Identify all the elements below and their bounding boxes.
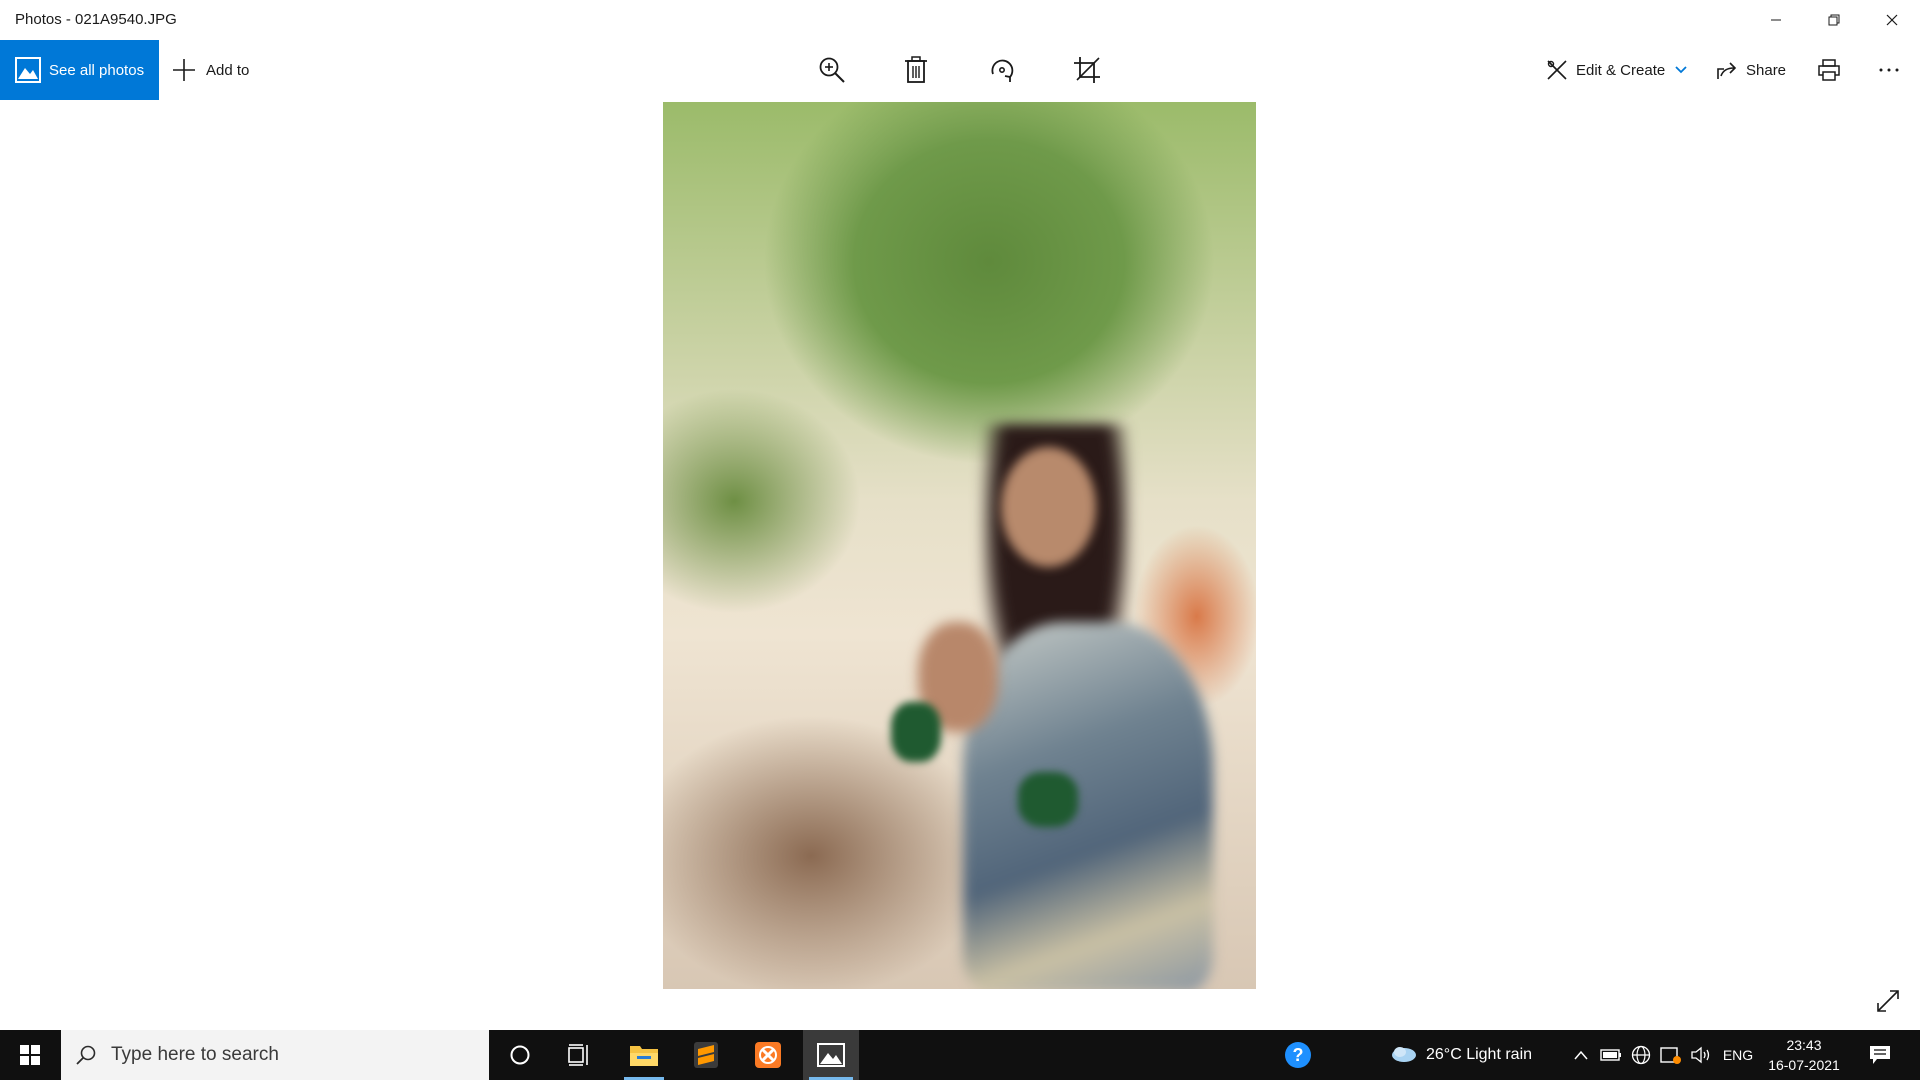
more-icon (1879, 68, 1899, 72)
minimize-button[interactable] (1748, 0, 1804, 40)
photos-icon (15, 57, 41, 83)
expand-icon (1877, 990, 1899, 1012)
restore-icon (1828, 14, 1840, 26)
task-view-icon (568, 1044, 588, 1066)
cortana-icon (510, 1045, 530, 1065)
help-tray-button[interactable]: ? (1278, 1030, 1318, 1080)
restore-button[interactable] (1806, 0, 1862, 40)
chevron-up-icon (1574, 1050, 1588, 1060)
windows-icon (20, 1045, 40, 1065)
rotate-icon (991, 59, 1014, 82)
more-options-button[interactable] (1878, 40, 1900, 100)
start-button[interactable] (0, 1030, 60, 1080)
share-button[interactable]: Share (1716, 40, 1786, 100)
network-button[interactable] (1628, 1030, 1654, 1080)
share-icon (1717, 62, 1737, 79)
crop-icon (1074, 57, 1100, 83)
taskbar-xampp[interactable] (742, 1030, 794, 1080)
cortana-button[interactable] (494, 1030, 546, 1080)
help-icon: ? (1285, 1042, 1311, 1068)
show-hidden-icons-button[interactable] (1570, 1030, 1592, 1080)
edit-create-icon (1547, 60, 1567, 80)
weather-text: 26°C Light rain (1426, 1046, 1533, 1063)
meet-now-button[interactable] (1658, 1030, 1684, 1080)
photos-app-icon (817, 1043, 845, 1067)
delete-button[interactable] (894, 50, 938, 90)
chevron-down-icon (1675, 66, 1687, 74)
taskbar-search-input[interactable]: Type here to search (61, 1030, 489, 1080)
print-icon (1818, 59, 1840, 81)
xampp-icon (755, 1042, 781, 1068)
edit-create-label: Edit & Create (1576, 61, 1666, 79)
toolbar: See all photos Add to Edit & Create Shar… (0, 40, 1920, 100)
minimize-icon (1771, 19, 1781, 21)
crop-button[interactable] (1065, 50, 1109, 90)
task-view-button[interactable] (554, 1030, 606, 1080)
rotate-button[interactable] (980, 50, 1024, 90)
add-to-label: Add to (206, 61, 250, 79)
taskbar-file-explorer[interactable] (618, 1030, 670, 1080)
photo-subject-bangle (1018, 772, 1078, 827)
speaker-icon (1691, 1046, 1710, 1064)
weather-widget[interactable]: 26°C Light rain (1390, 1030, 1560, 1080)
see-all-photos-label: See all photos (49, 61, 145, 79)
battery-button[interactable] (1598, 1030, 1624, 1080)
sublime-text-icon (694, 1042, 718, 1068)
svg-text:?: ? (1293, 1045, 1304, 1065)
window-title: Photos - 021A9540.JPG (15, 11, 177, 28)
photo-image (663, 102, 1256, 989)
language-label: ENG (1722, 1047, 1754, 1063)
share-label: Share (1746, 61, 1787, 79)
input-language-button[interactable]: ENG (1718, 1030, 1758, 1080)
delete-icon (905, 56, 927, 83)
notification-icon (1870, 1046, 1890, 1064)
close-button[interactable] (1864, 0, 1920, 40)
battery-icon (1600, 1049, 1621, 1061)
full-screen-button[interactable] (1868, 984, 1908, 1018)
photo-subject-bangle (891, 702, 941, 762)
volume-button[interactable] (1688, 1030, 1714, 1080)
search-placeholder: Type here to search (111, 1044, 279, 1065)
add-to-button[interactable]: Add to (172, 40, 249, 100)
taskbar-photos[interactable] (803, 1030, 859, 1080)
close-icon (1886, 14, 1898, 26)
see-all-photos-button[interactable]: See all photos (0, 40, 159, 100)
action-center-button[interactable] (1858, 1030, 1902, 1080)
zoom-button[interactable] (810, 50, 854, 90)
plus-icon (173, 59, 195, 81)
meet-now-icon (1660, 1047, 1681, 1064)
globe-icon (1631, 1045, 1651, 1065)
photo-subject-saree (963, 622, 1213, 989)
search-icon (76, 1045, 96, 1065)
edit-create-button[interactable]: Edit & Create (1546, 40, 1687, 100)
print-button[interactable] (1818, 40, 1840, 100)
taskbar-sublime-text[interactable] (680, 1030, 732, 1080)
clock-date: 16-07-2021 (1768, 1057, 1840, 1073)
zoom-icon (819, 57, 845, 83)
folder-icon (630, 1046, 658, 1066)
cloud-rain-icon (1392, 1047, 1416, 1062)
title-bar: Photos - 021A9540.JPG (0, 0, 1920, 40)
clock-time: 23:43 (1786, 1037, 1822, 1053)
taskbar: Type here to search ? 26°C Light rain EN… (0, 1030, 1920, 1080)
clock-button[interactable]: 23:43 16-07-2021 (1764, 1030, 1844, 1080)
photo-subject-face (1001, 447, 1096, 567)
